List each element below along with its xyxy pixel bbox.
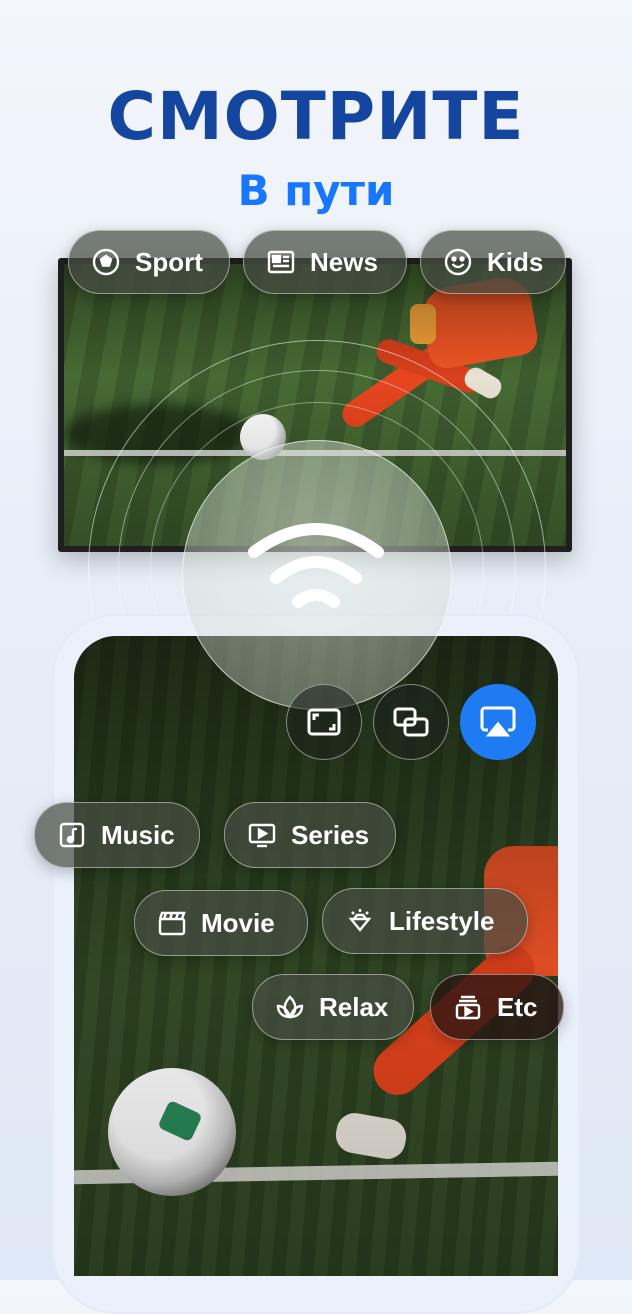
chip-label: Movie — [201, 907, 275, 938]
chip-label: Kids — [487, 246, 544, 277]
airplay-icon — [480, 706, 516, 737]
music-icon — [57, 820, 87, 850]
aspect-ratio-icon — [307, 708, 341, 736]
chip-etc[interactable]: Etc — [430, 974, 564, 1040]
chip-lifestyle[interactable]: Lifestyle — [322, 888, 528, 954]
chip-series[interactable]: Series — [224, 802, 396, 868]
fullscreen-button[interactable] — [286, 684, 362, 760]
chip-label: Relax — [319, 991, 389, 1022]
chip-label: News — [310, 246, 378, 277]
cast-button[interactable] — [460, 684, 536, 760]
soccer-ball-icon — [91, 247, 121, 277]
screen-mirror-icon — [393, 707, 429, 737]
tv-play-icon — [247, 820, 277, 850]
chip-label: Lifestyle — [389, 905, 495, 936]
playlist-icon — [453, 992, 483, 1022]
chip-kids[interactable]: Kids — [420, 230, 566, 294]
smiley-icon — [443, 247, 473, 277]
wireless-signal-icon — [248, 523, 384, 608]
subheadline: В пути — [237, 166, 395, 215]
chip-label: Sport — [135, 246, 203, 277]
chip-news[interactable]: News — [243, 230, 407, 294]
diamond-icon — [345, 906, 375, 936]
chip-relax[interactable]: Relax — [252, 974, 414, 1040]
clapperboard-icon — [157, 908, 187, 938]
headline: СМОТРИТЕ — [107, 78, 525, 155]
lotus-icon — [275, 992, 305, 1022]
chip-sport[interactable]: Sport — [68, 230, 230, 294]
chip-movie[interactable]: Movie — [134, 890, 308, 956]
chip-music[interactable]: Music — [34, 802, 200, 868]
newspaper-icon — [266, 247, 296, 277]
chip-label: Series — [291, 819, 370, 850]
screen-mirror-button[interactable] — [373, 684, 449, 760]
chip-label: Music — [101, 819, 175, 850]
chip-label: Etc — [497, 991, 538, 1022]
